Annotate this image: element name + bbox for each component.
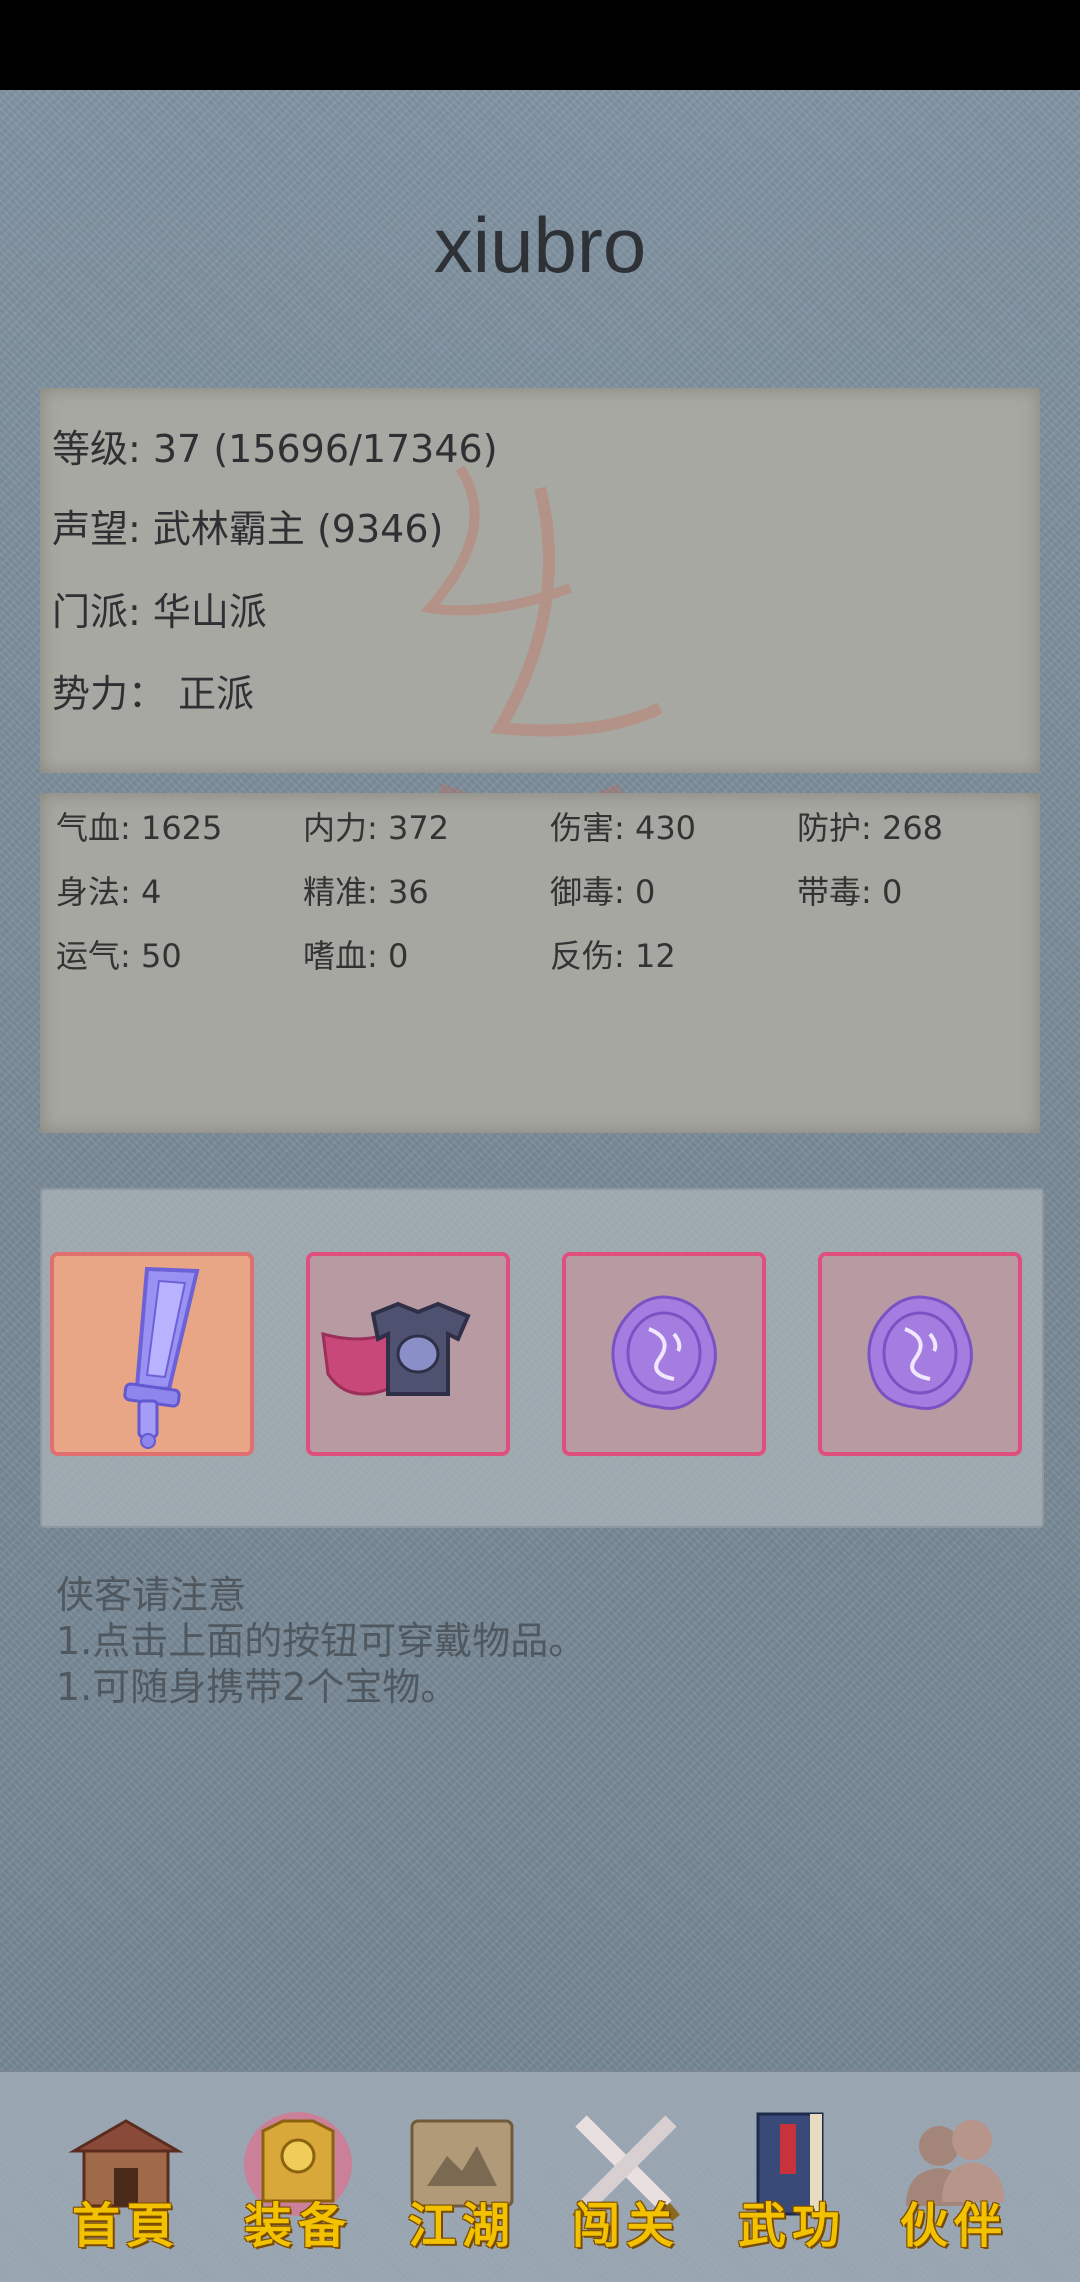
nav-home[interactable]: 首頁 <box>56 2106 196 2256</box>
sword-icon <box>123 1266 200 1449</box>
stat-lifesteal: 嗜血: 0 <box>303 937 409 975</box>
stat-poison-resist: 御毒: 0 <box>550 873 656 911</box>
nav-equipment-label: 装备 <box>243 2198 352 2254</box>
purple-seal-icon <box>611 1295 717 1410</box>
player-name: xiubro <box>433 201 647 289</box>
purple-seal-icon <box>867 1295 973 1410</box>
nav-companions[interactable]: 伙伴 <box>884 2106 1024 2256</box>
nav-equipment[interactable]: 装备 <box>228 2106 368 2256</box>
nav-challenge-label: 闯关 <box>571 2198 680 2254</box>
nav-jianghu[interactable]: 江湖 <box>392 2106 532 2256</box>
attributes-panel: 气血: 1625 内力: 372 伤害: 430 防护: 268 身法: 4 精… <box>40 793 1040 1133</box>
stat-reflect: 反伤: 12 <box>550 937 676 975</box>
stat-agility: 身法: 4 <box>56 873 162 911</box>
stat-accuracy: 精准: 36 <box>303 873 429 911</box>
stat-damage: 伤害: 430 <box>550 809 697 847</box>
nav-challenge[interactable]: 闯关 <box>556 2106 696 2256</box>
stat-defense: 防护: 268 <box>797 809 944 847</box>
notice-text: 侠客请注意 1.点击上面的按钮可穿戴物品。 1.可随身携带2个宝物。 <box>56 1572 586 1710</box>
character-info-panel: 等级: 37 (15696/17346) 声望: 武林霸主 (9346) 门派:… <box>40 388 1040 1051</box>
treasure-slot-2[interactable] <box>818 1252 1022 1456</box>
armor-slot[interactable] <box>306 1252 510 1456</box>
stat-internal-power: 内力: 372 <box>303 809 450 847</box>
stat-poison: 带毒: 0 <box>797 873 903 911</box>
weapon-slot[interactable] <box>50 1252 254 1456</box>
level-text: 等级: 37 (15696/17346) <box>52 427 498 471</box>
sect-text: 门派: 华山派 <box>52 590 267 634</box>
equipment-panel <box>40 1188 1044 1528</box>
notice-title: 侠客请注意 <box>56 1573 247 1617</box>
status-bar <box>0 0 1080 90</box>
treasure-slot-1[interactable] <box>562 1252 766 1456</box>
nav-martial-arts-label: 武功 <box>737 2198 846 2254</box>
armor-icon <box>321 1301 471 1396</box>
nav-jianghu-label: 江湖 <box>407 2198 516 2254</box>
reputation-text: 声望: 武林霸主 (9346) <box>52 507 444 551</box>
notice-line-2: 1.可随身携带2个宝物。 <box>56 1665 459 1709</box>
bottom-navigation: 首頁 装备 江湖 闯关 武功 伙伴 <box>0 2070 1080 2282</box>
nav-martial-arts[interactable]: 武功 <box>722 2106 862 2256</box>
faction-text: 势力： 正派 <box>52 672 255 716</box>
stat-hp: 气血: 1625 <box>56 809 223 847</box>
notice-line-1: 1.点击上面的按钮可穿戴物品。 <box>56 1619 587 1663</box>
nav-home-label: 首頁 <box>71 2198 180 2254</box>
nav-companions-label: 伙伴 <box>899 2198 1008 2254</box>
stat-luck: 运气: 50 <box>56 937 182 975</box>
